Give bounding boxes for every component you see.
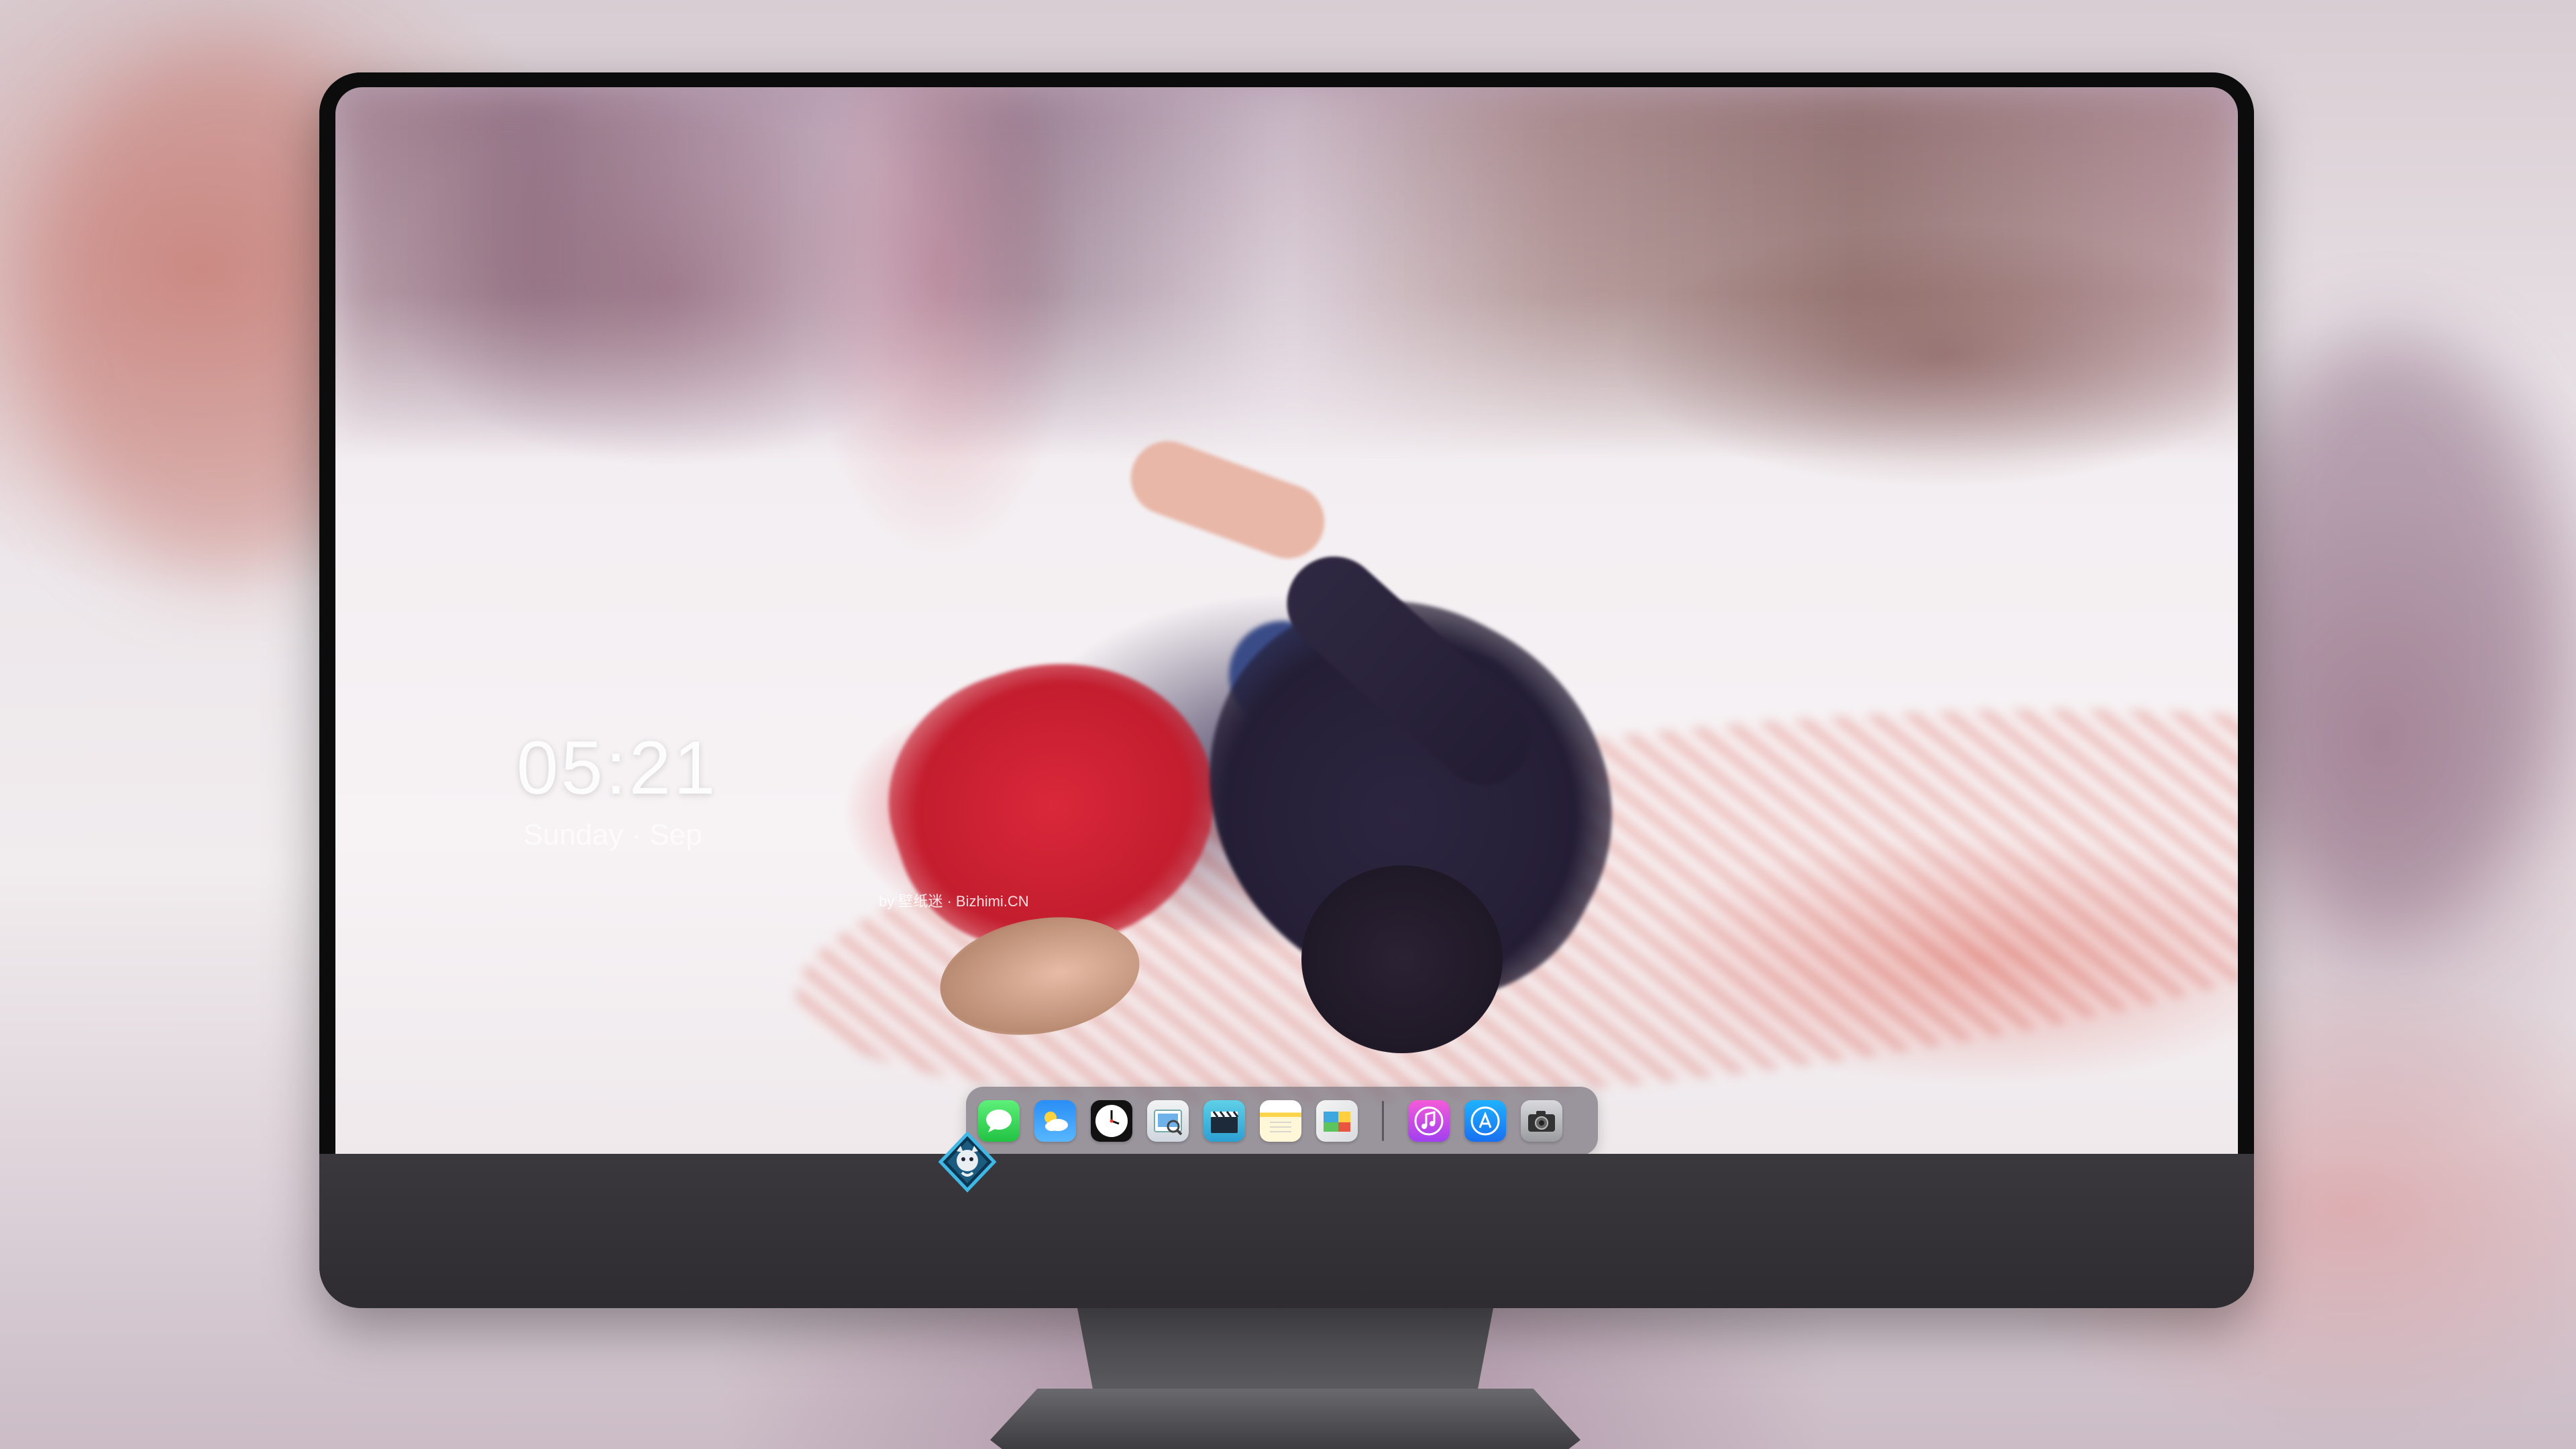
desktop-screen[interactable]: 05:21 Sunday · Sep by 壁纸迷 · Bizhimi.CN	[335, 87, 2238, 1154]
wallpaper-trees	[335, 87, 2238, 463]
monitor-stand-neck	[1077, 1308, 1493, 1395]
lockscreen-clock: 05:21	[517, 726, 718, 810]
app-store-icon[interactable]	[1464, 1100, 1506, 1142]
cloud-sun-icon[interactable]	[1034, 1100, 1076, 1142]
photos-icon[interactable]	[1316, 1100, 1358, 1142]
wallpaper-credit: by 壁纸迷 · Bizhimi.CN	[879, 893, 1029, 910]
monitor: 05:21 Sunday · Sep by 壁纸迷 · Bizhimi.CN	[319, 72, 2254, 1308]
monitor-stand-base	[990, 1389, 1580, 1449]
dock-separator	[1382, 1101, 1384, 1141]
monitor-bezel: 05:21 Sunday · Sep by 壁纸迷 · Bizhimi.CN	[319, 72, 2254, 1159]
dock	[966, 1087, 1598, 1154]
clock-icon[interactable]	[1091, 1100, 1132, 1142]
music-note-icon[interactable]	[1408, 1100, 1450, 1142]
wallpaper-man-head	[1301, 865, 1503, 1053]
preview-icon[interactable]	[1147, 1100, 1189, 1142]
lockscreen-date: Sunday · Sep	[523, 818, 702, 851]
brand-logo-icon	[936, 1131, 998, 1193]
monitor-chin	[319, 1154, 2254, 1308]
background-blur	[2214, 335, 2563, 939]
camera-icon[interactable]	[1521, 1100, 1562, 1142]
clapperboard-icon[interactable]	[1203, 1100, 1245, 1142]
notes-icon[interactable]	[1260, 1100, 1301, 1142]
